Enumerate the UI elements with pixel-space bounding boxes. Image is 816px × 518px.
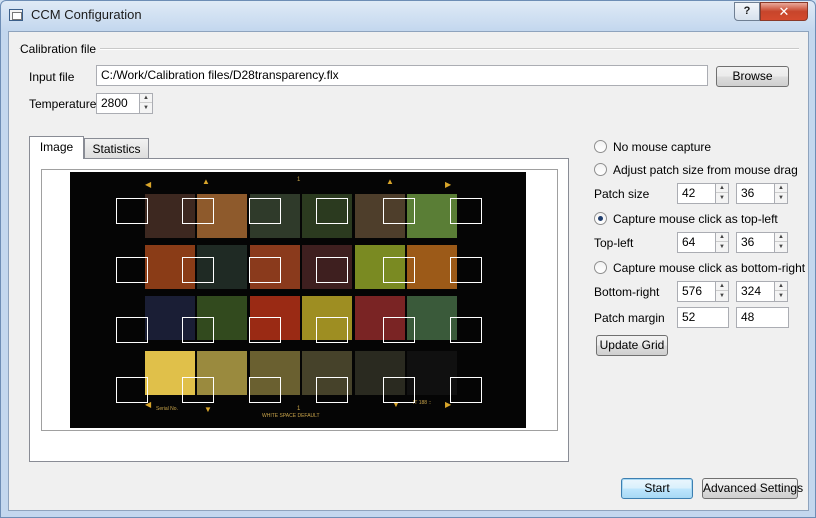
grid-box: [249, 317, 281, 343]
grid-box: [116, 377, 148, 403]
capture-top-left-label[interactable]: Capture mouse click as top-left: [613, 212, 778, 226]
spin-down-icon[interactable]: ▼: [716, 194, 728, 203]
spin-down-icon[interactable]: ▼: [140, 104, 152, 113]
corner-label: IT 188 ::: [413, 400, 432, 406]
grid-box: [249, 257, 281, 283]
patch-margin-y-field[interactable]: 48: [736, 307, 789, 328]
spin-down-icon[interactable]: ▼: [775, 292, 787, 301]
grid-box: [182, 377, 214, 403]
grid-box: [383, 257, 415, 283]
chart-footer-text: WHITE SPACE DEFAULT: [262, 413, 320, 419]
grid-box: [450, 377, 482, 403]
bottom-right-label: Bottom-right: [594, 285, 660, 299]
grid-box: [182, 317, 214, 343]
arrow-left-icon: ◀: [145, 180, 152, 189]
input-file-label: Input file: [29, 70, 75, 84]
group-divider: [19, 48, 799, 50]
grid-box: [450, 257, 482, 283]
title-bar[interactable]: CCM Configuration ? ✕: [1, 1, 815, 30]
grid-box: [116, 257, 148, 283]
grid-box: [316, 377, 348, 403]
patch-size-h-spinbox[interactable]: 36 ▲ ▼: [736, 183, 788, 204]
grid-box: [116, 317, 148, 343]
spin-up-icon[interactable]: ▲: [140, 94, 152, 103]
help-button[interactable]: ?: [734, 2, 760, 21]
top-left-x-spinbox[interactable]: 64 ▲ ▼: [677, 232, 729, 253]
patch-size-w-value[interactable]: 42: [677, 183, 715, 204]
top-left-x-value[interactable]: 64: [677, 232, 715, 253]
bottom-right-x-value[interactable]: 576: [677, 281, 715, 302]
radio-capture-top-left[interactable]: [594, 212, 607, 225]
adjust-patch-size-label[interactable]: Adjust patch size from mouse drag: [613, 163, 798, 177]
patch-margin-label: Patch margin: [594, 311, 665, 325]
calibration-group-title: Calibration file: [20, 42, 101, 56]
spin-down-icon[interactable]: ▼: [716, 292, 728, 301]
no-mouse-capture-label[interactable]: No mouse capture: [613, 140, 711, 154]
top-left-y-value[interactable]: 36: [736, 232, 774, 253]
input-file-field[interactable]: C:/Work/Calibration files/D28transparenc…: [96, 65, 708, 86]
app-icon: [9, 9, 23, 21]
top-left-label: Top-left: [594, 236, 634, 250]
grid-box: [182, 257, 214, 283]
capture-bottom-right-label[interactable]: Capture mouse click as bottom-right: [613, 261, 805, 275]
arrow-up-icon: ▲: [202, 177, 210, 186]
grid-box: [116, 198, 148, 224]
grid-box: [249, 377, 281, 403]
tab-statistics[interactable]: Statistics: [84, 138, 149, 159]
ccm-config-window: CCM Configuration ? ✕ Calibration file I…: [0, 0, 816, 518]
patch-size-w-spinbox[interactable]: 42 ▲ ▼: [677, 183, 729, 204]
patch-margin-x-field[interactable]: 52: [677, 307, 729, 328]
temperature-label: Temperature: [29, 97, 97, 111]
spin-up-icon[interactable]: ▲: [775, 282, 787, 291]
bottom-right-x-spinbox[interactable]: 576 ▲ ▼: [677, 281, 729, 302]
bottom-right-y-value[interactable]: 324: [736, 281, 774, 302]
spin-down-icon[interactable]: ▼: [716, 243, 728, 252]
grid-box: [383, 198, 415, 224]
temperature-spinbox[interactable]: 2800 ▲ ▼: [96, 93, 153, 114]
calibration-image[interactable]: ◀ ▲ 1 ▲ ▶ ◀ Serial No. ▼ 1 WHITE SPACE D…: [70, 172, 526, 428]
spin-down-icon[interactable]: ▼: [775, 194, 787, 203]
radio-no-mouse-capture[interactable]: [594, 140, 607, 153]
grid-box: [450, 198, 482, 224]
close-button[interactable]: ✕: [760, 2, 808, 21]
start-button[interactable]: Start: [621, 478, 693, 499]
grid-box: [316, 257, 348, 283]
grid-box: [383, 377, 415, 403]
patch-size-h-value[interactable]: 36: [736, 183, 774, 204]
grid-box: [316, 198, 348, 224]
browse-button[interactable]: Browse: [716, 66, 789, 87]
bottom-right-y-spinbox[interactable]: 324 ▲ ▼: [736, 281, 788, 302]
bottom-center-number: 1: [297, 406, 301, 412]
grid-box: [182, 198, 214, 224]
spin-down-icon[interactable]: ▼: [775, 243, 787, 252]
grid-box: [383, 317, 415, 343]
radio-adjust-patch-size[interactable]: [594, 163, 607, 176]
grid-box: [249, 198, 281, 224]
spin-up-icon[interactable]: ▲: [716, 282, 728, 291]
spin-up-icon[interactable]: ▲: [716, 184, 728, 193]
update-grid-button[interactable]: Update Grid: [596, 335, 668, 356]
radio-capture-bottom-right[interactable]: [594, 261, 607, 274]
grid-box: [316, 317, 348, 343]
window-title: CCM Configuration: [31, 7, 142, 22]
spin-up-icon[interactable]: ▲: [775, 184, 787, 193]
top-center-number: 1: [297, 177, 301, 183]
tab-image[interactable]: Image: [29, 136, 84, 159]
temperature-value[interactable]: 2800: [96, 93, 139, 114]
spin-up-icon[interactable]: ▲: [775, 233, 787, 242]
dialog-body: Calibration file Input file C:/Work/Cali…: [8, 31, 809, 511]
arrow-right-icon: ▶: [445, 180, 452, 189]
patch-size-label: Patch size: [594, 187, 650, 201]
spin-up-icon[interactable]: ▲: [716, 233, 728, 242]
grid-box: [450, 317, 482, 343]
arrow-down-icon: ▼: [204, 405, 212, 414]
arrow-up-icon: ▲: [386, 177, 394, 186]
serial-label: Serial No.: [156, 406, 178, 412]
advanced-settings-button[interactable]: Advanced Settings: [702, 478, 803, 499]
top-left-y-spinbox[interactable]: 36 ▲ ▼: [736, 232, 788, 253]
